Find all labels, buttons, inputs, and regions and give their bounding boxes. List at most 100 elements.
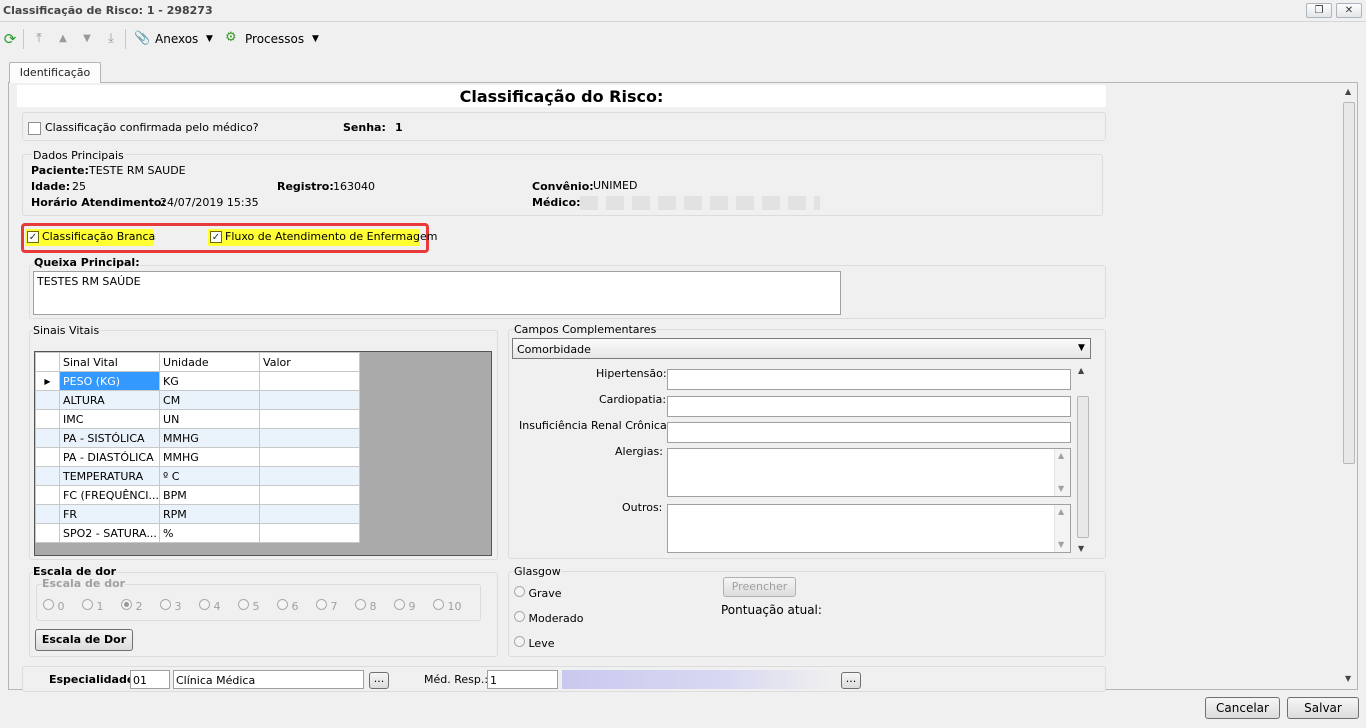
cell-unidade[interactable]: BPM — [159, 485, 261, 505]
cell-unidade[interactable]: % — [159, 523, 261, 543]
cell-valor[interactable] — [259, 447, 361, 467]
last-record-icon[interactable]: ⤓ — [103, 31, 119, 47]
select-value: Comorbidade — [517, 343, 591, 356]
medresp-browse-button[interactable]: ... — [841, 672, 861, 689]
cell-unidade[interactable]: UN — [159, 409, 261, 429]
dor-option-0[interactable]: 0 — [43, 599, 65, 613]
medresp-code: 1 — [490, 674, 497, 687]
browse-label: ... — [845, 672, 857, 685]
dor-option-6[interactable]: 6 — [277, 599, 299, 613]
dor-option-1[interactable]: 1 — [82, 599, 104, 613]
cell-sinal[interactable]: ALTURA — [58, 390, 161, 410]
table-row[interactable]: SPO2 - SATURA...% — [35, 523, 361, 543]
classificacao-branca-label: Classificação Branca — [42, 230, 156, 243]
table-row[interactable]: FC (FREQUÊNCI... BPM — [35, 485, 361, 505]
paperclip-icon: 📎 — [134, 31, 151, 46]
queixa-value: TESTES RM SAÚDE — [37, 275, 141, 288]
fluxo-enfermagem-option[interactable]: ✓ Fluxo de Atendimento de Enfermagem — [208, 229, 437, 246]
dor-option-4[interactable]: 4 — [199, 599, 221, 613]
cell-sinal[interactable]: PA - SISTÓLICA — [58, 428, 161, 448]
cell-valor[interactable] — [259, 466, 361, 486]
dor-option-10[interactable]: 10 — [433, 599, 462, 613]
classificacao-branca-option[interactable]: ✓ Classificação Branca — [25, 229, 156, 246]
column-header-unidade: Unidade — [159, 352, 261, 372]
restore-button[interactable]: ❐ — [1306, 3, 1332, 18]
cell-valor[interactable] — [259, 523, 361, 543]
refresh-icon[interactable]: ⟳ — [2, 31, 18, 47]
cell-valor[interactable] — [259, 504, 361, 524]
especialidade-browse-button[interactable]: ... — [369, 672, 389, 689]
medresp-code-input[interactable]: 1 — [487, 670, 558, 689]
insuficiencia-input[interactable] — [667, 422, 1071, 443]
dor-option-8[interactable]: 8 — [355, 599, 377, 613]
table-row[interactable]: PA - DIASTÓLICA MMHG — [35, 447, 361, 467]
anexos-menu[interactable]: 📎 Anexos ▼ — [131, 25, 215, 51]
cell-unidade[interactable]: MMHG — [159, 428, 261, 448]
sinais-table: Sinal Vital Unidade Valor ▶ PESO (KG) KG A… — [35, 352, 361, 543]
table-row[interactable]: ALTURA CM — [35, 390, 361, 410]
cell-valor[interactable] — [259, 390, 361, 410]
cell-valor[interactable] — [259, 371, 361, 391]
glasgow-option-grave[interactable]: Grave — [514, 586, 562, 600]
cell-unidade[interactable]: MMHG — [159, 447, 261, 467]
cell-sinal[interactable]: PA - DIASTÓLICA — [58, 447, 161, 467]
cell-sinal[interactable]: SPO2 - SATURA... — [58, 523, 161, 543]
preencher-button[interactable]: Preencher — [723, 577, 796, 597]
glasgow-option-leve[interactable]: Leve — [514, 636, 554, 650]
previous-record-icon[interactable]: ▲ — [55, 31, 71, 47]
cardiopatia-input[interactable] — [667, 396, 1071, 417]
salvar-button[interactable]: Salvar — [1287, 697, 1359, 719]
scroll-down-icon: ▼ — [1058, 484, 1065, 493]
cell-unidade[interactable]: KG — [159, 371, 261, 391]
complementares-scrollbar[interactable]: ▲ ▼ — [1075, 364, 1091, 556]
dor-option-label: 6 — [291, 600, 299, 613]
cell-sinal[interactable]: IMC — [58, 409, 161, 429]
dor-option-2[interactable]: 2 — [121, 599, 143, 613]
dor-option-7[interactable]: 7 — [316, 599, 338, 613]
main-scrollbar[interactable]: ▲ ▼ — [1341, 84, 1357, 688]
cell-valor[interactable] — [259, 485, 361, 505]
dor-option-3[interactable]: 3 — [160, 599, 182, 613]
outros-scrollbar[interactable]: ▲ ▼ — [1054, 505, 1070, 552]
alergias-scrollbar[interactable]: ▲ ▼ — [1054, 449, 1070, 496]
hipertensao-input[interactable] — [667, 369, 1071, 390]
cancelar-button[interactable]: Cancelar — [1205, 697, 1280, 719]
cell-sinal[interactable]: FR — [58, 504, 161, 524]
close-button[interactable]: ✕ — [1336, 3, 1362, 18]
dor-option-label: 10 — [447, 600, 462, 613]
table-row[interactable]: FR RPM — [35, 504, 361, 524]
confirmed-label: Classificação confirmada pelo médico? — [45, 121, 259, 134]
escala-dor-button[interactable]: Escala de Dor — [35, 629, 133, 651]
cell-sinal[interactable]: FC (FREQUÊNCI... — [58, 485, 161, 505]
cell-unidade[interactable]: RPM — [159, 504, 261, 524]
scroll-thumb[interactable] — [1077, 396, 1089, 538]
complementares-select[interactable]: Comorbidade ▼ — [512, 338, 1091, 359]
cell-unidade[interactable]: º C — [159, 466, 261, 486]
outros-input[interactable]: ▲ ▼ — [667, 504, 1071, 553]
cell-unidade[interactable]: CM — [159, 390, 261, 410]
tab-identificacao[interactable]: Identificação — [9, 62, 101, 83]
scroll-down-icon: ▼ — [1058, 540, 1065, 549]
fluxo-enfermagem-label: Fluxo de Atendimento de Enfermagem — [225, 230, 438, 243]
row-indicator — [35, 447, 60, 467]
cell-sinal[interactable]: TEMPERATURA — [58, 466, 161, 486]
dor-option-9[interactable]: 9 — [394, 599, 416, 613]
scroll-thumb[interactable] — [1343, 102, 1355, 464]
especialidade-name-input[interactable]: Clínica Médica — [173, 670, 364, 689]
cell-sinal[interactable]: PESO (KG) — [58, 371, 161, 391]
dor-option-5[interactable]: 5 — [238, 599, 260, 613]
confirmed-checkbox[interactable] — [28, 122, 41, 135]
cell-valor[interactable] — [259, 409, 361, 429]
first-record-icon[interactable]: ⤒ — [31, 31, 47, 47]
table-row[interactable]: PA - SISTÓLICA MMHG — [35, 428, 361, 448]
especialidade-code-input[interactable]: 01 — [130, 670, 170, 689]
processos-menu[interactable]: ⚙ Processos ▼ — [222, 25, 324, 51]
glasgow-option-moderado[interactable]: Moderado — [514, 611, 583, 625]
cell-valor[interactable] — [259, 428, 361, 448]
queixa-input[interactable]: TESTES RM SAÚDE — [33, 271, 841, 315]
table-row[interactable]: ▶ PESO (KG) KG — [35, 371, 361, 391]
alergias-input[interactable]: ▲ ▼ — [667, 448, 1071, 497]
table-row[interactable]: IMC UN — [35, 409, 361, 429]
table-row[interactable]: TEMPERATURA º C — [35, 466, 361, 486]
next-record-icon[interactable]: ▼ — [79, 31, 95, 47]
